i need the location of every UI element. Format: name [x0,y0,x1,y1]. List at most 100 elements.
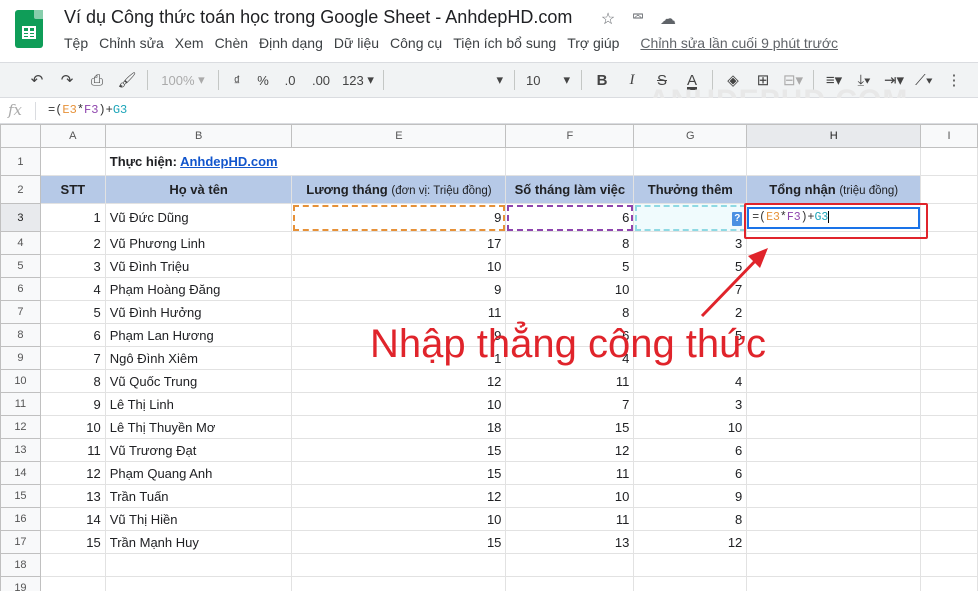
cell-stt[interactable]: 10 [39,415,106,439]
row-header[interactable]: 13 [0,438,41,462]
formula-help-icon[interactable]: ? [732,211,743,226]
cell[interactable] [920,507,978,531]
row-header[interactable]: 15 [0,484,41,508]
menu-view[interactable]: Xem [175,35,204,51]
cell-name[interactable]: Lê Thị Linh [104,392,293,416]
cell[interactable] [920,147,978,176]
column-header-a[interactable]: A [39,124,106,148]
row-header[interactable]: 10 [0,369,41,393]
row-header[interactable]: 17 [0,530,41,554]
menu-help[interactable]: Trợ giúp [567,35,619,51]
cell-months[interactable]: 15 [505,415,635,439]
cell-stt[interactable]: 3 [39,254,106,278]
cell-total[interactable] [746,438,922,462]
percent-format-button[interactable]: % [250,66,276,94]
row-header[interactable]: 14 [0,461,41,485]
cell-name[interactable]: Vũ Trương Đạt [104,438,293,462]
cell[interactable] [920,530,978,554]
cell[interactable] [746,553,922,577]
header-months[interactable]: Số tháng làm việc [505,175,635,204]
cell-total[interactable] [746,461,922,485]
menu-data[interactable]: Dữ liệu [334,35,379,51]
cell-stt[interactable]: 6 [39,323,106,347]
italic-icon[interactable]: I [617,66,647,94]
cell-name[interactable]: Phạm Hoàng Đăng [104,277,293,301]
column-header-g[interactable]: G [633,124,748,148]
cell-months[interactable]: 13 [505,530,635,554]
cell[interactable] [39,576,106,591]
cell[interactable] [920,576,978,591]
cell[interactable] [920,392,978,416]
cell-stt[interactable]: 5 [39,300,106,324]
document-title[interactable]: Ví dụ Công thức toán học trong Google Sh… [64,7,572,28]
cell-stt[interactable]: 12 [39,461,106,485]
menu-insert[interactable]: Chèn [215,35,248,51]
star-icon[interactable]: ☆ [598,9,618,29]
cell-salary[interactable]: 15 [291,438,507,462]
cell-stt[interactable]: 1 [39,203,106,232]
cell-salary[interactable]: 12 [291,484,507,508]
row-header[interactable]: 19 [0,576,41,591]
cell-name[interactable]: Trần Tuấn [104,484,293,508]
cell[interactable] [633,553,748,577]
cell-stt[interactable]: 15 [39,530,106,554]
decrease-decimal-button[interactable]: .0 [276,66,304,94]
column-header-b[interactable]: B◂▸ [104,124,293,148]
header-bonus[interactable]: Thưởng thêm [633,175,748,204]
cell[interactable] [746,576,922,591]
cell-stt[interactable]: 9 [39,392,106,416]
column-header-h[interactable]: H [746,124,922,148]
header-stt[interactable]: STT [39,175,106,204]
credit-link[interactable]: AnhdepHD.com [180,154,278,169]
cell[interactable] [920,231,978,255]
cell-months[interactable]: 12 [505,438,635,462]
cell-salary[interactable]: 17 [291,231,507,255]
cell-name[interactable]: Vũ Đình Hưởng [104,300,293,324]
cell-g3[interactable]: ? [633,203,748,232]
cell-salary[interactable]: 18 [291,415,507,439]
cell[interactable] [505,553,635,577]
formula-input[interactable]: =(E3*F3)+G3 [48,103,127,117]
cell[interactable] [920,175,978,204]
cell-total[interactable] [746,530,922,554]
cell-months[interactable]: 8 [505,231,635,255]
row-header[interactable]: 7 [0,300,41,324]
cell-name[interactable]: Vũ Phương Linh [104,231,293,255]
font-family-select[interactable]: ▾ [389,66,509,94]
cell[interactable] [505,576,635,591]
cell-stt[interactable]: 7 [39,346,106,370]
row-header[interactable]: 8 [0,323,41,347]
cell-bonus[interactable]: 6 [633,461,748,485]
cell-bonus[interactable]: 9 [633,484,748,508]
cell-e3[interactable]: 9 [291,203,507,232]
select-all-corner[interactable] [0,124,41,148]
cell-total[interactable] [746,392,922,416]
cell-salary[interactable]: 10 [291,254,507,278]
cell-name[interactable]: Ngô Đình Xiêm [104,346,293,370]
row-header[interactable]: 16 [0,507,41,531]
cell[interactable] [920,346,978,370]
row-header[interactable]: 1 [0,147,41,176]
cell[interactable] [39,553,106,577]
cell-months[interactable]: 8 [505,300,635,324]
sheets-logo-icon[interactable] [15,10,43,48]
credit-cell[interactable]: Thực hiện: AnhdepHD.com [104,147,507,176]
cell-name[interactable]: Lê Thị Thuyền Mơ [104,415,293,439]
cloud-status-icon[interactable]: ☁ [658,9,678,29]
cell-stt[interactable]: 13 [39,484,106,508]
cell[interactable] [920,369,978,393]
menu-edit[interactable]: Chỉnh sửa [99,35,164,51]
cell[interactable] [746,147,922,176]
cell[interactable] [920,203,978,232]
header-total[interactable]: Tổng nhận (triệu đồng) [746,175,922,204]
cell-salary[interactable]: 12 [291,369,507,393]
cell[interactable] [920,484,978,508]
cell[interactable] [633,147,748,176]
paint-format-icon[interactable]: 🖌 [112,66,142,94]
cell-months[interactable]: 10 [505,277,635,301]
cell-bonus[interactable]: 8 [633,507,748,531]
print-icon[interactable]: ⎙ [82,66,112,94]
bold-icon[interactable]: B [587,66,617,94]
undo-icon[interactable]: ↶ [22,66,52,94]
currency-format-button[interactable]: ₫ [224,66,250,94]
